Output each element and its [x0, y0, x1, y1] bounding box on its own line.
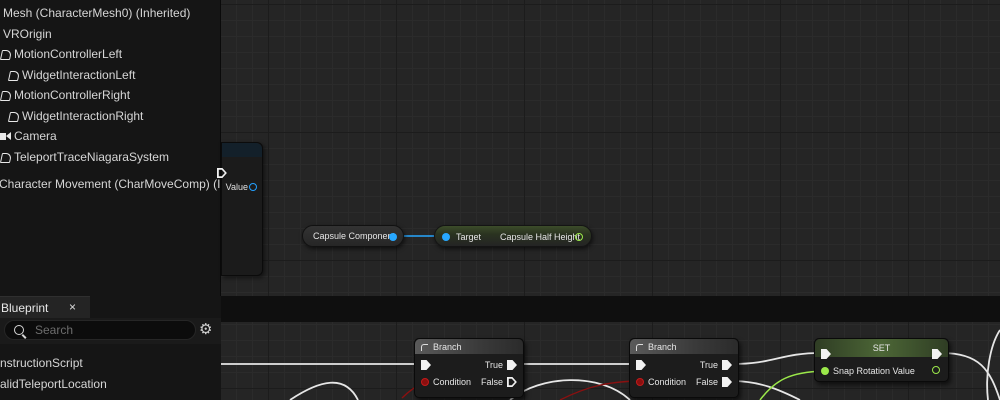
gear-icon[interactable]: ⚙ [199, 322, 214, 337]
motion-controller-icon [0, 49, 11, 60]
exec-in-pin[interactable] [821, 349, 831, 359]
branch-header: Branch [415, 339, 523, 354]
branch-title: Branch [648, 341, 677, 352]
search-input[interactable] [35, 322, 185, 338]
widget-interaction-icon [8, 111, 19, 122]
condition-label: Condition [433, 377, 472, 387]
tab-my-blueprint[interactable]: Blueprint × [0, 296, 90, 318]
true-row: True [485, 360, 517, 370]
exec-in-row [636, 360, 646, 370]
capsule-component-node[interactable]: Capsule Component [302, 225, 404, 247]
component-item[interactable]: TeleportTraceNiagaraSystem [0, 147, 169, 167]
half-height-output-pin[interactable] [575, 233, 583, 241]
branch-icon [636, 343, 644, 351]
niagara-icon [0, 152, 11, 163]
branch-icon [421, 343, 429, 351]
false-label: False [695, 377, 718, 387]
true-label: True [699, 360, 718, 370]
partial-node-header [222, 143, 262, 157]
component-item[interactable]: Character Movement (CharMoveComp) (Inh [0, 174, 221, 194]
exec-out-pin[interactable] [217, 168, 227, 178]
snap-rotation-label: Snap Rotation Value [833, 366, 915, 376]
condition-label: Condition [648, 377, 687, 387]
capsule-output-pin[interactable] [389, 233, 397, 241]
condition-row: Condition [421, 377, 471, 387]
snap-rotation-in-pin[interactable] [821, 367, 829, 375]
set-title: SET [872, 343, 891, 353]
component-item[interactable]: MotionControllerLeft [0, 44, 122, 64]
component-label: MotionControllerRight [14, 88, 131, 102]
false-row: False [696, 377, 732, 387]
false-label: False [480, 377, 503, 387]
component-item[interactable]: WidgetInteractionLeft [8, 65, 135, 85]
tab-label: Blueprint [1, 300, 49, 315]
target-label: Target [456, 232, 482, 242]
value-label: Value [225, 182, 248, 192]
capsule-half-height-label: Capsule Half Height [500, 232, 581, 242]
condition-pin[interactable] [636, 378, 644, 386]
false-pin[interactable] [507, 377, 517, 387]
true-pin[interactable] [722, 360, 732, 370]
component-label: TeleportTraceNiagaraSystem [14, 150, 169, 164]
component-label: Character Movement (CharMoveComp) (Inh [0, 177, 221, 191]
snap-rotation-out-pin[interactable] [932, 366, 940, 374]
snap-rotation-out-row [932, 366, 940, 374]
components-panel: Mesh (CharacterMesh0) (Inherited) VROrig… [0, 0, 221, 296]
set-node[interactable]: SET Snap Rotation Value [814, 338, 949, 382]
snap-rotation-row: Snap Rotation Value [821, 366, 915, 376]
component-label: MotionControllerLeft [14, 47, 123, 61]
component-item[interactable]: VROrigin [3, 24, 52, 44]
branch-header: Branch [630, 339, 738, 354]
value-pin[interactable] [249, 183, 257, 191]
capsule-half-height-node[interactable]: Target Capsule Half Height [434, 225, 592, 247]
branch-node[interactable]: Branch Condition True False [629, 338, 739, 398]
component-item[interactable]: WidgetInteractionRight [8, 106, 143, 126]
true-row: True [700, 360, 732, 370]
exec-in-row [821, 349, 831, 359]
component-item[interactable]: Mesh (CharacterMesh0) (Inherited) [3, 3, 190, 23]
condition-pin[interactable] [421, 378, 429, 386]
capsule-component-label: Capsule Component [313, 231, 396, 241]
blueprint-item-label: alidTeleportLocation [0, 377, 107, 391]
blueprint-item-label: nstructionScript [0, 356, 83, 370]
exec-out-pin[interactable] [932, 349, 942, 359]
false-row: False [481, 377, 517, 387]
true-label: True [484, 360, 503, 370]
component-item[interactable]: MotionControllerRight [0, 85, 130, 105]
true-pin[interactable] [507, 360, 517, 370]
close-icon[interactable]: × [69, 300, 76, 314]
exec-out-row [932, 349, 942, 359]
widget-interaction-icon [8, 70, 19, 81]
component-label: WidgetInteractionLeft [22, 68, 136, 82]
exec-in-pin[interactable] [421, 360, 431, 370]
branch-node[interactable]: Branch Condition True False [414, 338, 524, 398]
component-label: VROrigin [3, 27, 52, 41]
branch-title: Branch [433, 341, 462, 352]
search-icon [14, 325, 24, 335]
component-item[interactable]: Camera [0, 126, 57, 146]
motion-controller-icon [0, 90, 11, 101]
component-label: WidgetInteractionRight [22, 109, 144, 123]
blueprint-item[interactable]: alidTeleportLocation [0, 377, 107, 397]
exec-wire [731, 352, 822, 365]
camera-icon [0, 131, 11, 142]
condition-row: Condition [636, 377, 686, 387]
partial-node[interactable]: Value [221, 142, 263, 276]
component-label: Camera [14, 129, 57, 143]
search-box[interactable] [4, 320, 196, 340]
exec-wire [289, 381, 359, 400]
exec-in-row [421, 360, 431, 370]
blueprint-item[interactable]: nstructionScript [0, 356, 83, 376]
exec-wire [986, 329, 1000, 400]
exec-wire [941, 352, 1000, 400]
exec-wire [731, 380, 801, 400]
set-header: SET [815, 339, 948, 357]
exec-in-pin[interactable] [636, 360, 646, 370]
false-pin[interactable] [722, 377, 732, 387]
component-label: Mesh (CharacterMesh0) (Inherited) [3, 6, 191, 20]
target-pin[interactable] [442, 233, 450, 241]
